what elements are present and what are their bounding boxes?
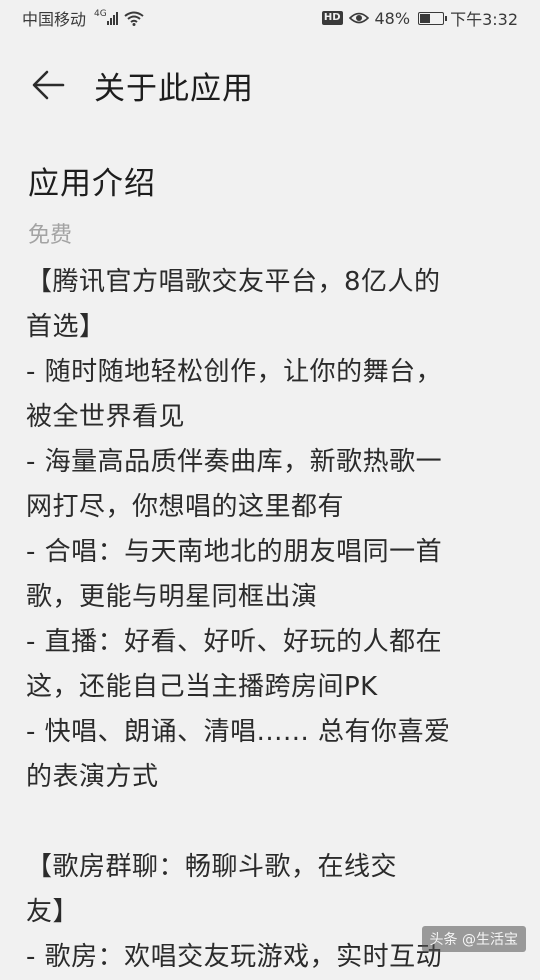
battery-level-fill xyxy=(420,13,431,23)
watermark: 头条 @生活宝 xyxy=(421,926,526,952)
description-line: - 海量高品质伴奏曲库，新歌热歌一 xyxy=(26,447,443,477)
section-title: 应用介绍 xyxy=(28,166,156,202)
description-line: 网打尽，你想唱的这里都有 xyxy=(26,492,345,522)
description-line xyxy=(26,800,520,845)
battery-percent: 48% xyxy=(374,8,411,28)
app-header: 关于此应用 xyxy=(0,55,540,115)
description-line: 被全世界看见 xyxy=(26,402,186,432)
description-line: - 快唱、朗诵、清唱...... 总有你喜爱 xyxy=(26,717,451,747)
status-bar: 中国移动 4G HD 48% 下午3:32 xyxy=(0,0,540,36)
description-line: - 随时随地轻松创作，让你的舞台， xyxy=(26,357,443,387)
description-line: 歌，更能与明星同框出演 xyxy=(26,582,318,612)
back-arrow-icon[interactable] xyxy=(30,67,66,103)
signal-bars-icon xyxy=(106,11,118,25)
status-right: HD 48% 下午3:32 xyxy=(321,6,518,30)
price-label: 免费 xyxy=(28,223,73,248)
status-time: 下午3:32 xyxy=(450,10,518,29)
wifi-icon xyxy=(124,11,144,26)
carrier-name: 中国移动 xyxy=(22,10,87,29)
description-line: - 合唱：与天南地北的朋友唱同一首 xyxy=(26,537,443,567)
page-title: 关于此应用 xyxy=(94,70,254,107)
status-left: 中国移动 4G xyxy=(22,6,144,30)
hd-voice-badge: HD xyxy=(321,11,343,25)
description-line: 这，还能自己当主播跨房间PK xyxy=(26,672,378,702)
network-type-label: 4G xyxy=(94,9,107,19)
app-description: 【腾讯官方唱歌交友平台，8亿人的 首选】 - 随时随地轻松创作，让你的舞台， 被全世界… xyxy=(26,260,520,980)
description-line: 【歌房群聊：畅聊斗歌，在线交 xyxy=(26,852,398,882)
app-info-content: 应用介绍 免费 【腾讯官方唱歌交友平台，8亿人的 首选】 - 随时随地轻松创作，让你… xyxy=(26,160,520,980)
battery-icon xyxy=(418,11,448,25)
description-line: 的表演方式 xyxy=(26,762,159,792)
description-line: 【腾讯官方唱歌交友平台，8亿人的 xyxy=(26,267,441,297)
watermark-text: 头条 @生活宝 xyxy=(429,932,518,948)
description-line: - 直播：好看、好听、好玩的人都在 xyxy=(26,627,443,657)
cell-signal: 4G xyxy=(92,9,118,25)
back-button[interactable] xyxy=(18,55,78,115)
description-line: 首选】 xyxy=(26,312,106,342)
eye-comfort-icon xyxy=(348,12,369,24)
